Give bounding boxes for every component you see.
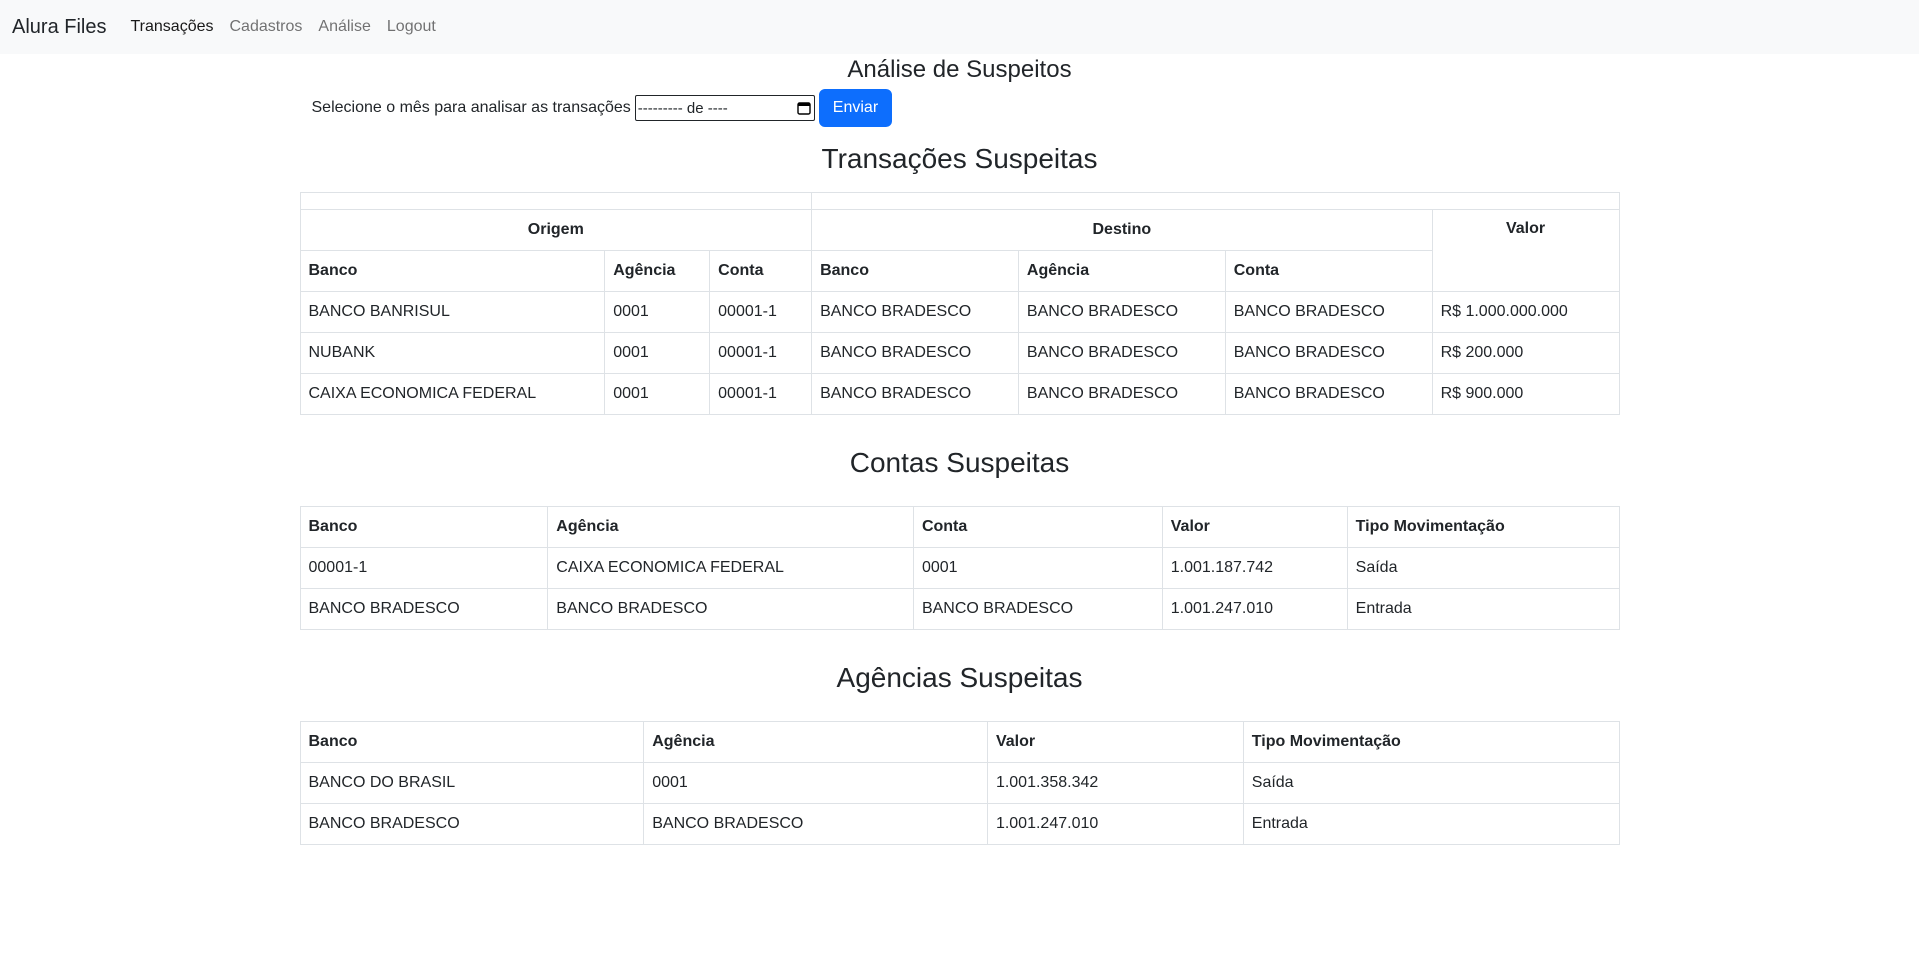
calendar-icon[interactable] <box>797 101 811 115</box>
group-header-destino: Destino <box>811 209 1433 251</box>
column-header: Banco <box>299 506 549 548</box>
column-header: Agência <box>547 506 914 548</box>
table-cell: Saída <box>1346 547 1620 589</box>
table-cell: 0001 <box>604 291 711 333</box>
navbar: Alura Files Transações Cadastros Análise… <box>0 0 1919 54</box>
table-row: BANCO BANRISUL 0001 00001-1 BANCO BRADES… <box>299 291 1620 333</box>
group-header-origem: Origem <box>299 209 813 251</box>
column-header: Conta <box>912 506 1163 548</box>
month-input[interactable]: --------- de ---- <box>634 95 815 121</box>
column-header: Conta <box>1224 250 1433 292</box>
table-cell: R$ 1.000.000.000 <box>1431 291 1620 333</box>
table-cell: Entrada <box>1242 803 1620 845</box>
table-row: BANCO DO BRASIL 0001 1.001.358.342 Saída <box>299 762 1620 804</box>
table-cell: BANCO DO BRASIL <box>299 762 645 804</box>
table-cell: BANCO BRADESCO <box>1017 373 1226 415</box>
column-header: Agência <box>1017 250 1226 292</box>
table-row: BANCO BRADESCO BANCO BRADESCO 1.001.247.… <box>299 803 1620 845</box>
column-header: Banco <box>299 250 606 292</box>
column-header: Agência <box>643 721 988 763</box>
column-header: Valor <box>1161 506 1348 548</box>
table-cell: BANCO BRADESCO <box>1017 291 1226 333</box>
table-cell: BANCO BRADESCO <box>299 803 645 845</box>
table-group-header: Origem Destino Valor <box>299 209 1620 292</box>
table-cell: 1.001.358.342 <box>986 762 1244 804</box>
column-header: Tipo Movimentação <box>1242 721 1620 763</box>
transacoes-table: Origem Destino Valor Banco Agência Conta… <box>299 192 1620 415</box>
transacoes-title: Transações Suspeitas <box>821 143 1098 174</box>
table-cell: BANCO BRADESCO <box>912 588 1163 630</box>
agencias-table: Banco Agência Valor Tipo Movimentação BA… <box>299 721 1620 845</box>
table-cell: CAIXA ECONOMICA FEDERAL <box>547 547 914 589</box>
nav-link-transacoes[interactable]: Transações <box>130 18 213 36</box>
main-content: Análise de Suspeitos Selecione o mês par… <box>299 54 1620 845</box>
nav-link-logout[interactable]: Logout <box>387 18 436 36</box>
table-cell: BANCO BRADESCO <box>1224 332 1433 374</box>
column-header: Valor <box>986 721 1244 763</box>
table-row: CAIXA ECONOMICA FEDERAL 0001 00001-1 BAN… <box>299 373 1620 415</box>
table-row: 00001-1 CAIXA ECONOMICA FEDERAL 0001 1.0… <box>299 547 1620 589</box>
table-cell: BANCO BRADESCO <box>1017 332 1226 374</box>
table-cell: R$ 200.000 <box>1431 332 1620 374</box>
table-cell: 00001-1 <box>299 547 549 589</box>
table-cell: Saída <box>1242 762 1620 804</box>
table-cell: BANCO BRADESCO <box>1224 373 1433 415</box>
table-cell: BANCO BRADESCO <box>811 332 1019 374</box>
brand-link[interactable]: Alura Files <box>12 16 106 39</box>
table-cell: BANCO BRADESCO <box>811 291 1019 333</box>
contas-table: Banco Agência Conta Valor Tipo Movimenta… <box>299 506 1620 630</box>
agencias-title: Agências Suspeitas <box>836 662 1083 693</box>
table-cell: 0001 <box>604 332 711 374</box>
submit-button[interactable]: Enviar <box>818 89 893 127</box>
table-cell: 00001-1 <box>709 332 813 374</box>
table-cell: 1.001.187.742 <box>1161 547 1348 589</box>
table-cell: BANCO BRADESCO <box>1224 291 1433 333</box>
month-input-placeholder: --------- de ---- <box>637 99 728 117</box>
column-header-valor: Valor <box>1431 209 1620 292</box>
table-cell: 0001 <box>604 373 711 415</box>
column-header: Agência <box>604 250 711 292</box>
table-header-row: Banco Agência Conta Banco Agência Conta <box>299 250 1619 292</box>
table-cell: BANCO BRADESCO <box>811 373 1019 415</box>
table-cell: 1.001.247.010 <box>1161 588 1348 630</box>
column-header: Conta <box>709 250 813 292</box>
table-header-row: Banco Agência Valor Tipo Movimentação <box>299 721 1620 763</box>
contas-title: Contas Suspeitas <box>849 447 1070 478</box>
nav-link-cadastros[interactable]: Cadastros <box>229 18 302 36</box>
table-spacer-row <box>299 192 1620 210</box>
page-title: Análise de Suspeitos <box>847 56 1072 83</box>
table-header-row: Banco Agência Conta Valor Tipo Movimenta… <box>299 506 1620 548</box>
column-header: Banco <box>299 721 645 763</box>
month-label: Selecione o mês para analisar as transaç… <box>311 99 631 116</box>
table-cell: BANCO BRADESCO <box>643 803 988 845</box>
table-cell: BANCO BRADESCO <box>547 588 914 630</box>
nav-link-analise[interactable]: Análise <box>318 18 370 36</box>
table-cell: 1.001.247.010 <box>986 803 1244 845</box>
table-cell: Entrada <box>1346 588 1620 630</box>
table-cell: 00001-1 <box>709 291 813 333</box>
table-cell: NUBANK <box>299 332 606 374</box>
table-cell: CAIXA ECONOMICA FEDERAL <box>299 373 606 415</box>
table-cell: 0001 <box>643 762 988 804</box>
table-cell: BANCO BANRISUL <box>299 291 606 333</box>
column-header: Tipo Movimentação <box>1346 506 1620 548</box>
table-cell: R$ 900.000 <box>1431 373 1620 415</box>
table-cell: BANCO BRADESCO <box>299 588 549 630</box>
table-cell: 00001-1 <box>709 373 813 415</box>
table-row: NUBANK 0001 00001-1 BANCO BRADESCO BANCO… <box>299 332 1620 374</box>
month-form: Selecione o mês para analisar as transaç… <box>300 88 1620 128</box>
table-row: BANCO BRADESCO BANCO BRADESCO BANCO BRAD… <box>299 588 1620 630</box>
table-cell: 0001 <box>912 547 1163 589</box>
column-header: Banco <box>811 250 1019 292</box>
